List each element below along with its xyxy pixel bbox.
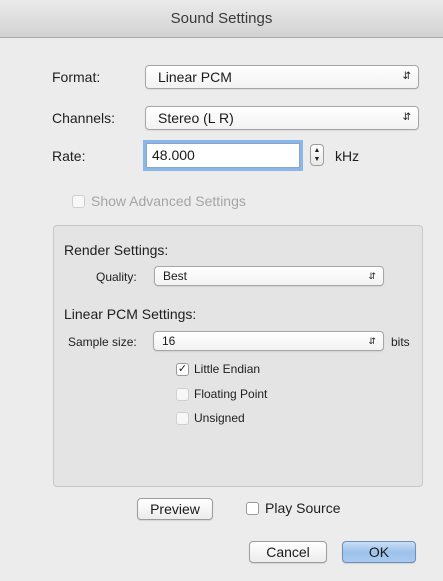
sample-size-unit: bits bbox=[391, 335, 410, 349]
up-down-arrows-icon: ⇵ bbox=[402, 71, 411, 82]
little-endian-label: Little Endian bbox=[194, 362, 261, 376]
quality-popup[interactable]: Best ⇵ bbox=[154, 266, 384, 286]
unsigned-label: Unsigned bbox=[194, 411, 245, 425]
preview-button[interactable]: Preview bbox=[137, 498, 213, 520]
linear-pcm-settings-title: Linear PCM Settings: bbox=[64, 306, 197, 322]
channels-popup[interactable]: Stereo (L R) ⇵ bbox=[145, 106, 419, 130]
rate-label: Rate: bbox=[52, 148, 86, 164]
window-titlebar: Sound Settings bbox=[0, 0, 443, 38]
cancel-button-label: Cancel bbox=[266, 544, 310, 560]
preview-button-label: Preview bbox=[150, 501, 200, 517]
format-label: Format: bbox=[52, 69, 101, 85]
render-settings-title: Render Settings: bbox=[64, 242, 169, 258]
up-down-arrows-icon: ⇵ bbox=[402, 112, 411, 123]
cancel-button[interactable]: Cancel bbox=[249, 541, 327, 563]
stepper-down-icon[interactable]: ▼ bbox=[314, 156, 321, 163]
play-source-checkbox[interactable] bbox=[246, 502, 259, 515]
floating-point-checkbox[interactable] bbox=[176, 388, 189, 401]
up-down-arrows-icon: ⇵ bbox=[368, 271, 376, 281]
quality-value: Best bbox=[163, 269, 188, 283]
ok-button-label: OK bbox=[368, 544, 390, 560]
little-endian-checkbox[interactable]: ✓ bbox=[176, 363, 189, 376]
rate-input[interactable]: 48.000 bbox=[146, 143, 300, 168]
unsigned-checkbox[interactable] bbox=[176, 412, 189, 425]
rate-stepper[interactable]: ▲ ▼ bbox=[310, 144, 324, 166]
channels-value: Stereo (L R) bbox=[158, 110, 234, 126]
advanced-checkbox[interactable] bbox=[72, 195, 85, 208]
format-popup[interactable]: Linear PCM ⇵ bbox=[145, 65, 419, 89]
settings-groupbox bbox=[53, 225, 423, 487]
advanced-label: Show Advanced Settings bbox=[91, 193, 246, 209]
up-down-arrows-icon: ⇵ bbox=[368, 336, 376, 346]
quality-label: Quality: bbox=[96, 270, 137, 284]
sample-size-label: Sample size: bbox=[68, 335, 137, 349]
floating-point-label: Floating Point bbox=[194, 387, 268, 401]
format-value: Linear PCM bbox=[158, 69, 232, 85]
stepper-up-icon[interactable]: ▲ bbox=[314, 147, 321, 154]
sample-size-value: 16 bbox=[162, 334, 176, 348]
channels-label: Channels: bbox=[52, 110, 116, 126]
checkmark-icon: ✓ bbox=[177, 363, 188, 375]
window-title: Sound Settings bbox=[170, 10, 273, 27]
ok-button[interactable]: OK bbox=[342, 541, 416, 563]
sample-size-popup[interactable]: 16 ⇵ bbox=[153, 331, 384, 351]
rate-value: 48.000 bbox=[152, 147, 195, 163]
rate-unit: kHz bbox=[335, 148, 360, 164]
play-source-label: Play Source bbox=[265, 500, 341, 516]
